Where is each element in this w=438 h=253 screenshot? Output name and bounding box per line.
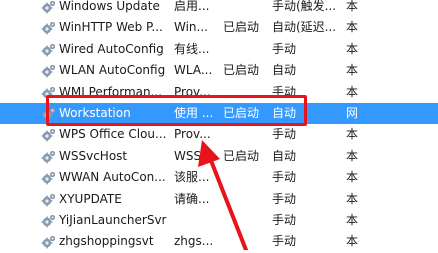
service-logon-as: 本 bbox=[346, 0, 359, 13]
service-row-winhttp-web-p[interactable]: WinHTTP Web P... Win... 已启动 自动(延迟... 本 bbox=[0, 17, 438, 38]
service-logon-as: 本 bbox=[346, 63, 359, 78]
service-status: 已启动 bbox=[223, 148, 260, 163]
service-row-wwan-autocon[interactable]: WWAN AutoCon... 该服... 手动 本 bbox=[0, 167, 438, 188]
service-name: XYUPDATE bbox=[59, 191, 122, 206]
service-gear-icon bbox=[41, 231, 57, 252]
service-startup-type: 手动 bbox=[272, 84, 297, 99]
service-name: YiJianLauncherSvr bbox=[59, 212, 167, 227]
service-logon-as: 本 bbox=[346, 84, 359, 99]
service-description: zhgs... bbox=[174, 234, 214, 249]
service-description: Prov... bbox=[174, 127, 211, 142]
service-gear-icon bbox=[41, 210, 57, 231]
service-startup-type: 自动 bbox=[272, 105, 297, 120]
service-description: 使用 ... bbox=[174, 105, 214, 120]
service-status: 已启动 bbox=[223, 20, 260, 35]
service-gear-icon bbox=[41, 39, 57, 60]
service-name: Wired AutoConfig bbox=[59, 41, 164, 56]
service-status: 已启动 bbox=[223, 105, 260, 120]
service-description: WLA... bbox=[174, 63, 213, 78]
service-logon-as: 本 bbox=[346, 212, 359, 227]
service-row-wssvchost[interactable]: WSSvcHost WSS... 已启动 自动 本 bbox=[0, 146, 438, 167]
service-gear-icon bbox=[41, 17, 57, 38]
service-row-wired-autoconfig[interactable]: Wired AutoConfig 有线... 手动 本 bbox=[0, 39, 438, 60]
service-row-zhgshoppingsvt[interactable]: zhgshoppingsvt zhgs... 手动 本 bbox=[0, 231, 438, 252]
service-description: 有线... bbox=[174, 41, 210, 56]
service-gear-icon bbox=[41, 146, 57, 167]
service-name: WSSvcHost bbox=[59, 148, 128, 163]
service-gear-icon bbox=[41, 82, 57, 103]
service-startup-type: 自动 bbox=[272, 148, 297, 163]
service-logon-as: 本 bbox=[346, 41, 359, 56]
services-list: Windows Update 启用... 手动(触发... 本 WinHTTP Web … bbox=[0, 0, 438, 253]
service-status: 已启动 bbox=[223, 63, 260, 78]
service-startup-type: 自动(延迟... bbox=[272, 20, 337, 35]
service-gear-icon bbox=[41, 167, 57, 188]
service-row-windows-update[interactable]: Windows Update 启用... 手动(触发... 本 bbox=[0, 0, 438, 17]
service-row-wlan-autoconfig[interactable]: WLAN AutoConfig WLA... 已启动 自动 本 bbox=[0, 60, 438, 81]
service-row-xyupdate[interactable]: XYUPDATE 请确... 手动 本 bbox=[0, 189, 438, 210]
service-name: WinHTTP Web P... bbox=[59, 20, 163, 35]
service-startup-type: 手动 bbox=[272, 191, 297, 206]
service-row-yijianlaunchersvr[interactable]: YiJianLauncherSvr 手动 本 bbox=[0, 210, 438, 231]
service-logon-as: 本 bbox=[346, 20, 359, 35]
service-startup-type: 手动 bbox=[272, 212, 297, 227]
service-description: 请确... bbox=[174, 191, 210, 206]
service-startup-type: 手动 bbox=[272, 41, 297, 56]
service-name: WPS Office Clou... bbox=[59, 127, 167, 142]
service-name: zhgshoppingsvt bbox=[59, 234, 154, 249]
service-name: Workstation bbox=[59, 105, 131, 120]
service-gear-icon bbox=[41, 189, 57, 210]
service-name: Windows Update bbox=[59, 0, 160, 13]
service-startup-type: 手动 bbox=[272, 127, 297, 142]
service-description: 该服... bbox=[174, 170, 210, 185]
service-logon-as: 本 bbox=[346, 234, 359, 249]
service-name: WLAN AutoConfig bbox=[59, 63, 166, 78]
service-logon-as: 本 bbox=[346, 170, 359, 185]
service-startup-type: 自动 bbox=[272, 63, 297, 78]
service-logon-as: 本 bbox=[346, 148, 359, 163]
service-description: WSS... bbox=[174, 148, 213, 163]
service-startup-type: 手动 bbox=[272, 234, 297, 249]
service-row-wps-office-clou[interactable]: WPS Office Clou... Prov... 手动 本 bbox=[0, 124, 438, 145]
service-gear-icon bbox=[41, 60, 57, 81]
service-logon-as: 本 bbox=[346, 191, 359, 206]
service-gear-icon bbox=[41, 124, 57, 145]
service-logon-as: 本 bbox=[346, 127, 359, 142]
service-description: Prov... bbox=[174, 84, 211, 99]
service-description: Win... bbox=[174, 20, 208, 35]
service-row-wmi-performan[interactable]: WMI Performan... Prov... 手动 本 bbox=[0, 82, 438, 103]
service-logon-as: 网 bbox=[346, 105, 359, 120]
service-startup-type: 手动(触发... bbox=[272, 0, 337, 13]
service-row-workstation[interactable]: Workstation 使用 ... 已启动 自动 网 bbox=[0, 102, 438, 125]
service-gear-icon bbox=[41, 103, 57, 124]
service-description: 启用... bbox=[174, 0, 210, 13]
service-startup-type: 手动 bbox=[272, 170, 297, 185]
service-name: WMI Performan... bbox=[59, 84, 163, 99]
service-gear-icon bbox=[41, 0, 57, 17]
service-name: WWAN AutoCon... bbox=[59, 170, 166, 185]
